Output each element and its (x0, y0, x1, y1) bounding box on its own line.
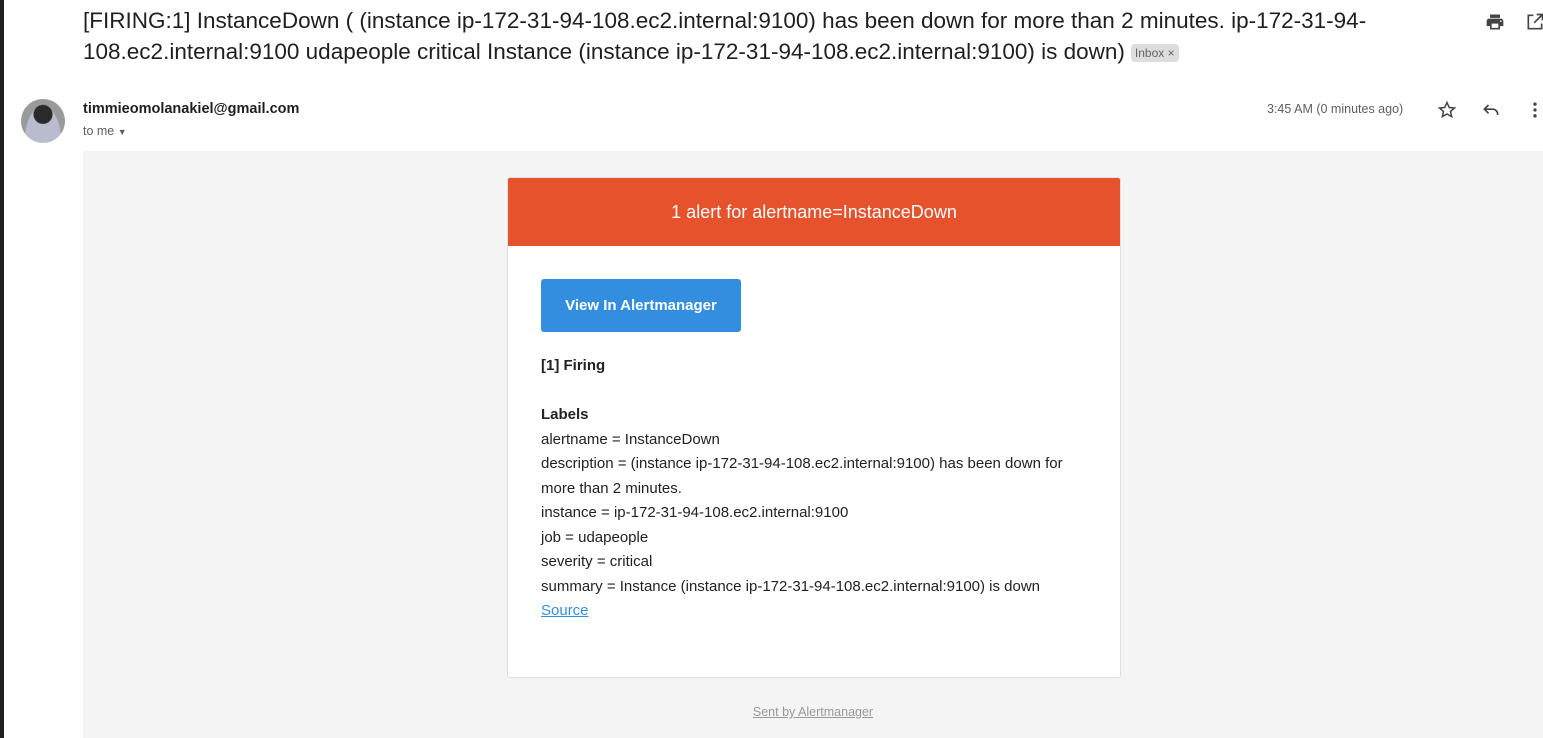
alert-card: 1 alert for alertname=InstanceDown View … (507, 177, 1121, 678)
star-icon[interactable] (1437, 100, 1457, 120)
label-item: summary = Instance (instance ip-172-31-9… (541, 577, 1041, 595)
email-body: 1 alert for alertname=InstanceDown View … (83, 151, 1543, 738)
label-item: alertname = InstanceDown (541, 430, 720, 448)
inbox-label-badge[interactable]: Inbox × (1130, 44, 1179, 63)
reply-icon[interactable] (1481, 100, 1501, 120)
recipient-details[interactable]: to me ▼ (83, 124, 127, 138)
recipient-text: to me (83, 124, 115, 138)
source-link[interactable]: Source (541, 602, 589, 619)
timestamp: 3:45 AM (0 minutes ago) (1267, 102, 1404, 116)
open-in-new-window-icon[interactable] (1525, 12, 1543, 32)
chevron-down-icon[interactable]: ▼ (118, 127, 127, 137)
alert-details: [1] Firing Labels alertname = InstanceDo… (541, 354, 1091, 624)
labels-heading: Labels (541, 406, 589, 423)
window-edge (0, 0, 4, 738)
label-item: severity = critical (541, 553, 653, 570)
view-in-alertmanager-button[interactable]: View In Alertmanager (541, 279, 741, 332)
print-icon[interactable] (1485, 12, 1505, 32)
alert-header: 1 alert for alertname=InstanceDown (508, 178, 1120, 246)
sender-avatar[interactable] (21, 99, 65, 143)
firing-heading: [1] Firing (541, 357, 606, 374)
more-options-icon[interactable] (1525, 100, 1543, 120)
footer: Sent by Alertmanager (83, 705, 1543, 719)
email-subject: [FIRING:1] InstanceDown ( (instance ip-1… (83, 5, 1463, 67)
sent-by-alertmanager-link[interactable]: Sent by Alertmanager (753, 705, 873, 719)
label-item: description = (instance ip-172-31-94-108… (541, 455, 1063, 497)
label-item: job = udapeople (541, 528, 649, 546)
sender-email[interactable]: timmieomolanakiel@gmail.com (83, 101, 299, 117)
label-item: instance = ip-172-31-94-108.ec2.internal… (541, 504, 849, 521)
